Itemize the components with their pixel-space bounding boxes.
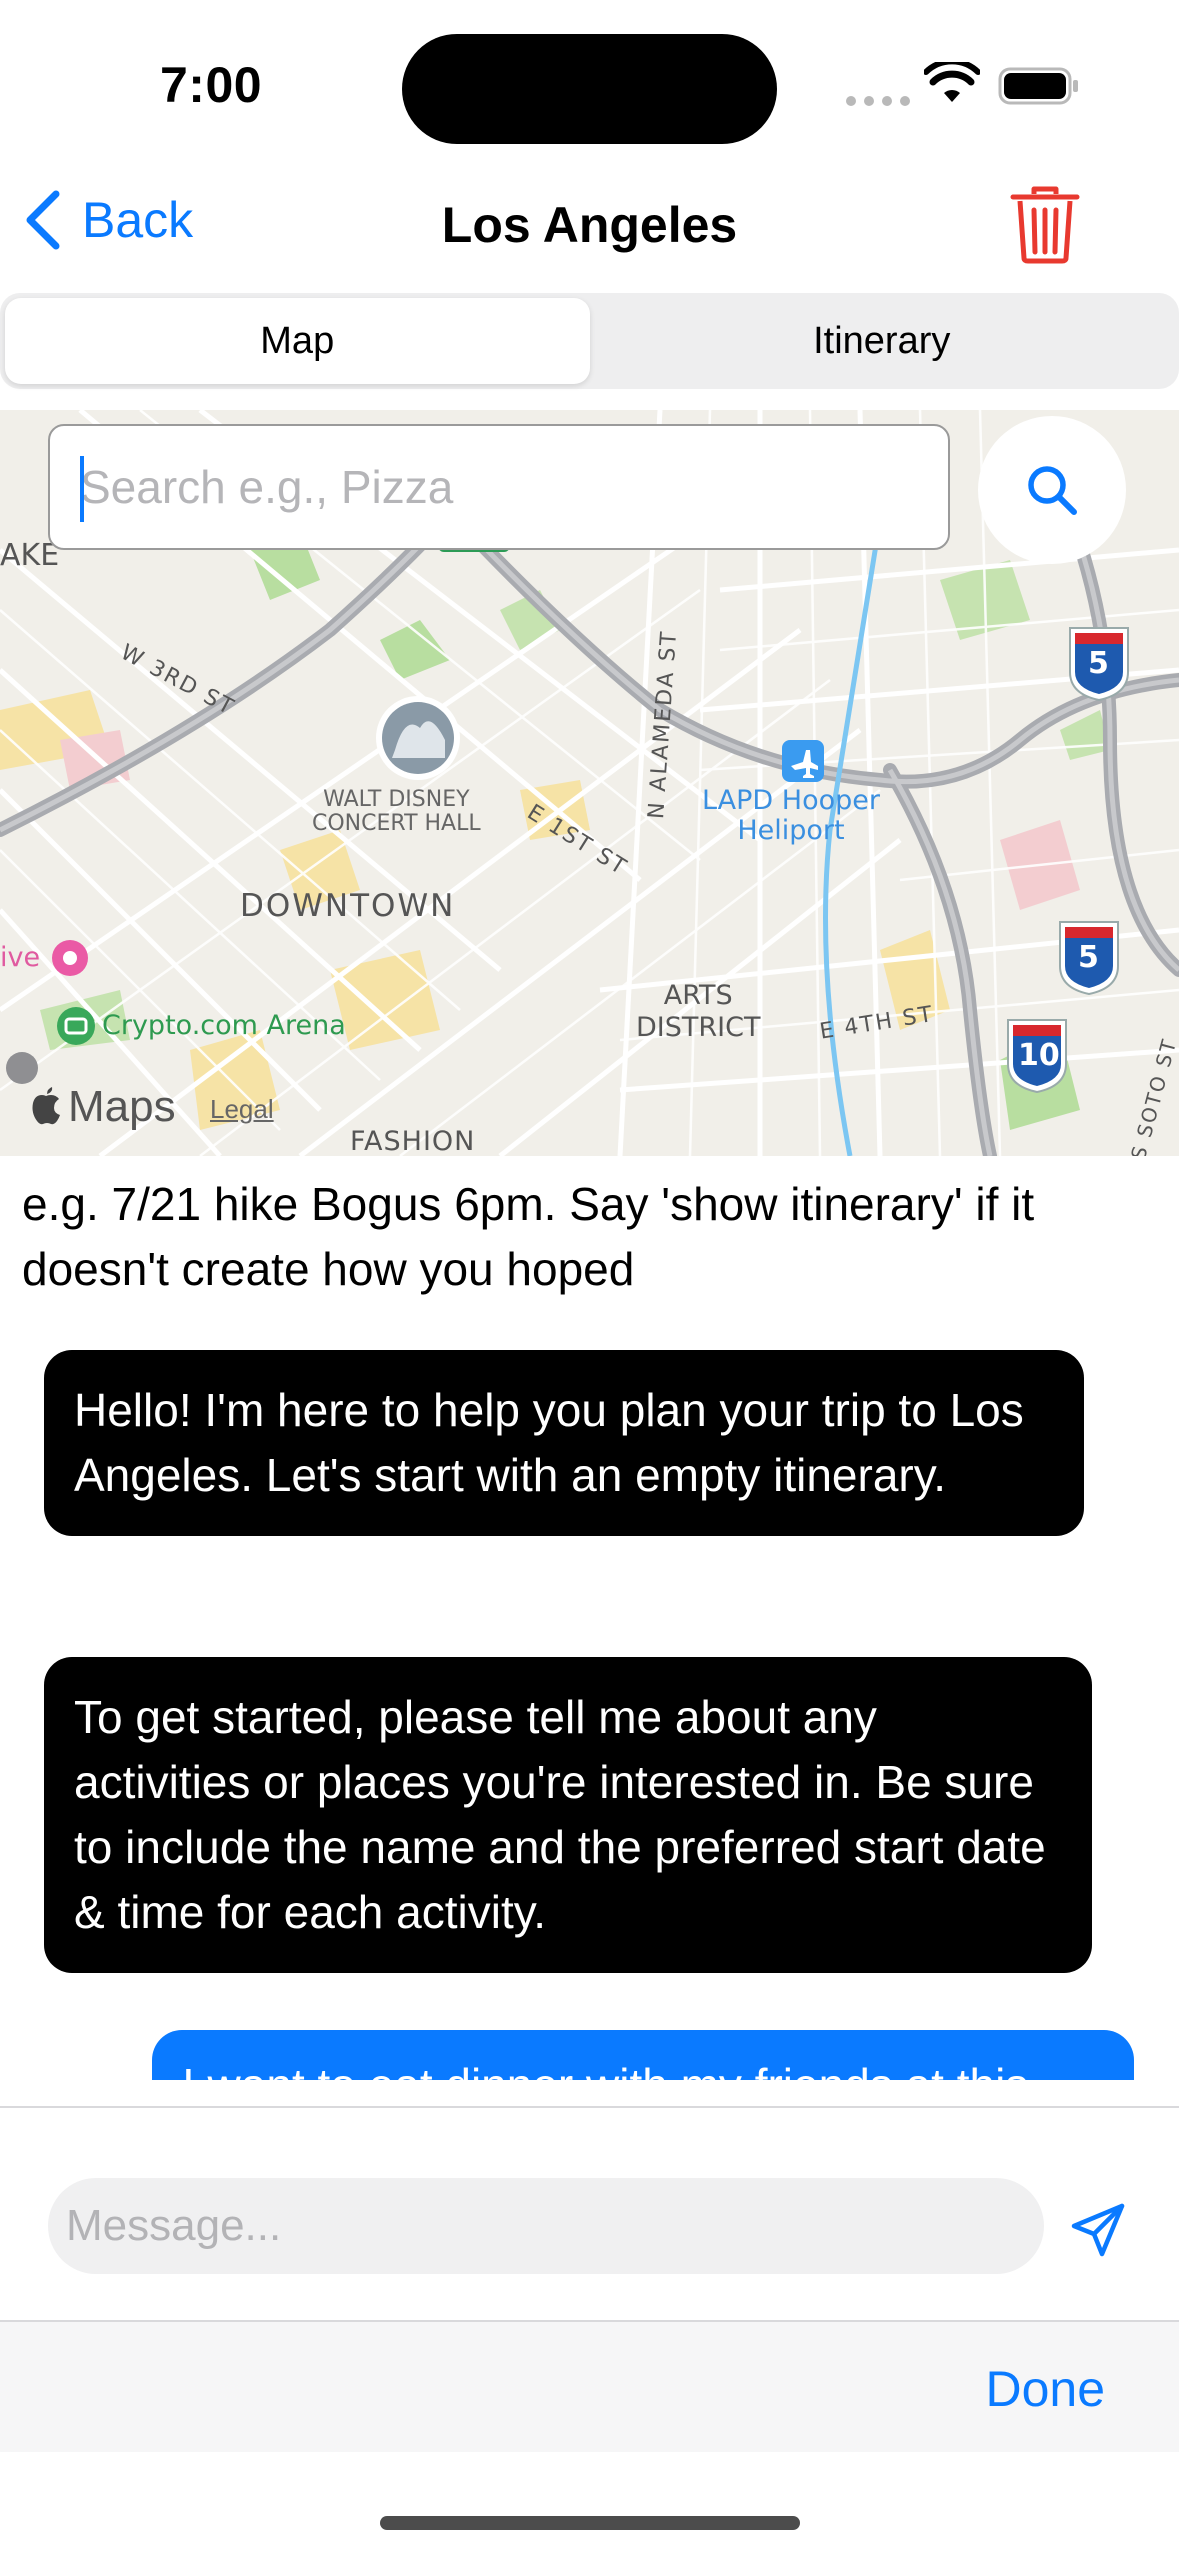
search-icon xyxy=(1028,466,1077,515)
status-time: 7:00 xyxy=(160,57,263,113)
map-label-fashion: FASHION xyxy=(350,1126,476,1156)
map-label-heliport: LAPD Hooper Heliport xyxy=(702,785,880,846)
wifi-icon xyxy=(924,62,980,102)
map-label-arena: Crypto.com Arena xyxy=(102,1010,346,1041)
map-label-downtown: DOWNTOWN xyxy=(240,888,456,924)
assistant-message: To get started, please tell me about any… xyxy=(44,1657,1092,1973)
map-search-button[interactable] xyxy=(978,416,1126,564)
composer-divider xyxy=(0,2106,1179,2108)
page-title: Los Angeles xyxy=(441,197,738,253)
keyboard-accessory-bar: Done xyxy=(0,2320,1179,2452)
assistant-message: Hello! I'm here to help you plan your tr… xyxy=(44,1350,1084,1536)
highway-10-shield-label: 10 xyxy=(1018,1038,1060,1073)
message-composer xyxy=(48,2178,1044,2274)
apple-maps-logo: Maps xyxy=(30,1082,176,1132)
home-indicator[interactable] xyxy=(380,2516,800,2530)
highway-5-shield-label: 5 xyxy=(1088,646,1109,681)
map-legal-link[interactable]: Legal xyxy=(210,1094,274,1125)
maps-brand-label: Maps xyxy=(68,1082,176,1131)
tab-map[interactable]: Map xyxy=(5,298,590,384)
cellular-signal-icon xyxy=(846,96,910,106)
send-icon[interactable] xyxy=(1068,2200,1128,2260)
text-caret xyxy=(80,456,84,522)
user-message-text: I want to eat dinner with my friends at … xyxy=(182,2058,1028,2080)
message-input[interactable] xyxy=(66,2201,1044,2251)
map-search-box xyxy=(48,424,950,550)
map-search-input[interactable] xyxy=(80,460,948,514)
map-label-arts-district: ARTS DISTRICT xyxy=(636,980,761,1043)
tab-itinerary[interactable]: Itinerary xyxy=(590,298,1175,384)
battery-icon xyxy=(998,67,1078,105)
map-label-theatre: ive xyxy=(0,942,41,973)
apple-logo-icon xyxy=(32,1087,60,1125)
trash-icon[interactable] xyxy=(1010,186,1080,264)
map-label-concert-hall: WALT DISNEY CONCERT HALL xyxy=(312,787,481,836)
dynamic-island xyxy=(402,34,777,144)
view-segmented-control: Map Itinerary xyxy=(0,293,1179,389)
highway-5-shield-label: 5 xyxy=(1078,940,1099,975)
user-message: I want to eat dinner with my friends at … xyxy=(152,2030,1134,2080)
usage-hint: e.g. 7/21 hike Bogus 6pm. Say 'show itin… xyxy=(22,1178,1035,1295)
done-button[interactable]: Done xyxy=(985,2360,1105,2418)
map-view[interactable]: AKE W 3RD ST WALT DISNEY CONCERT HALL E … xyxy=(0,410,1179,1156)
